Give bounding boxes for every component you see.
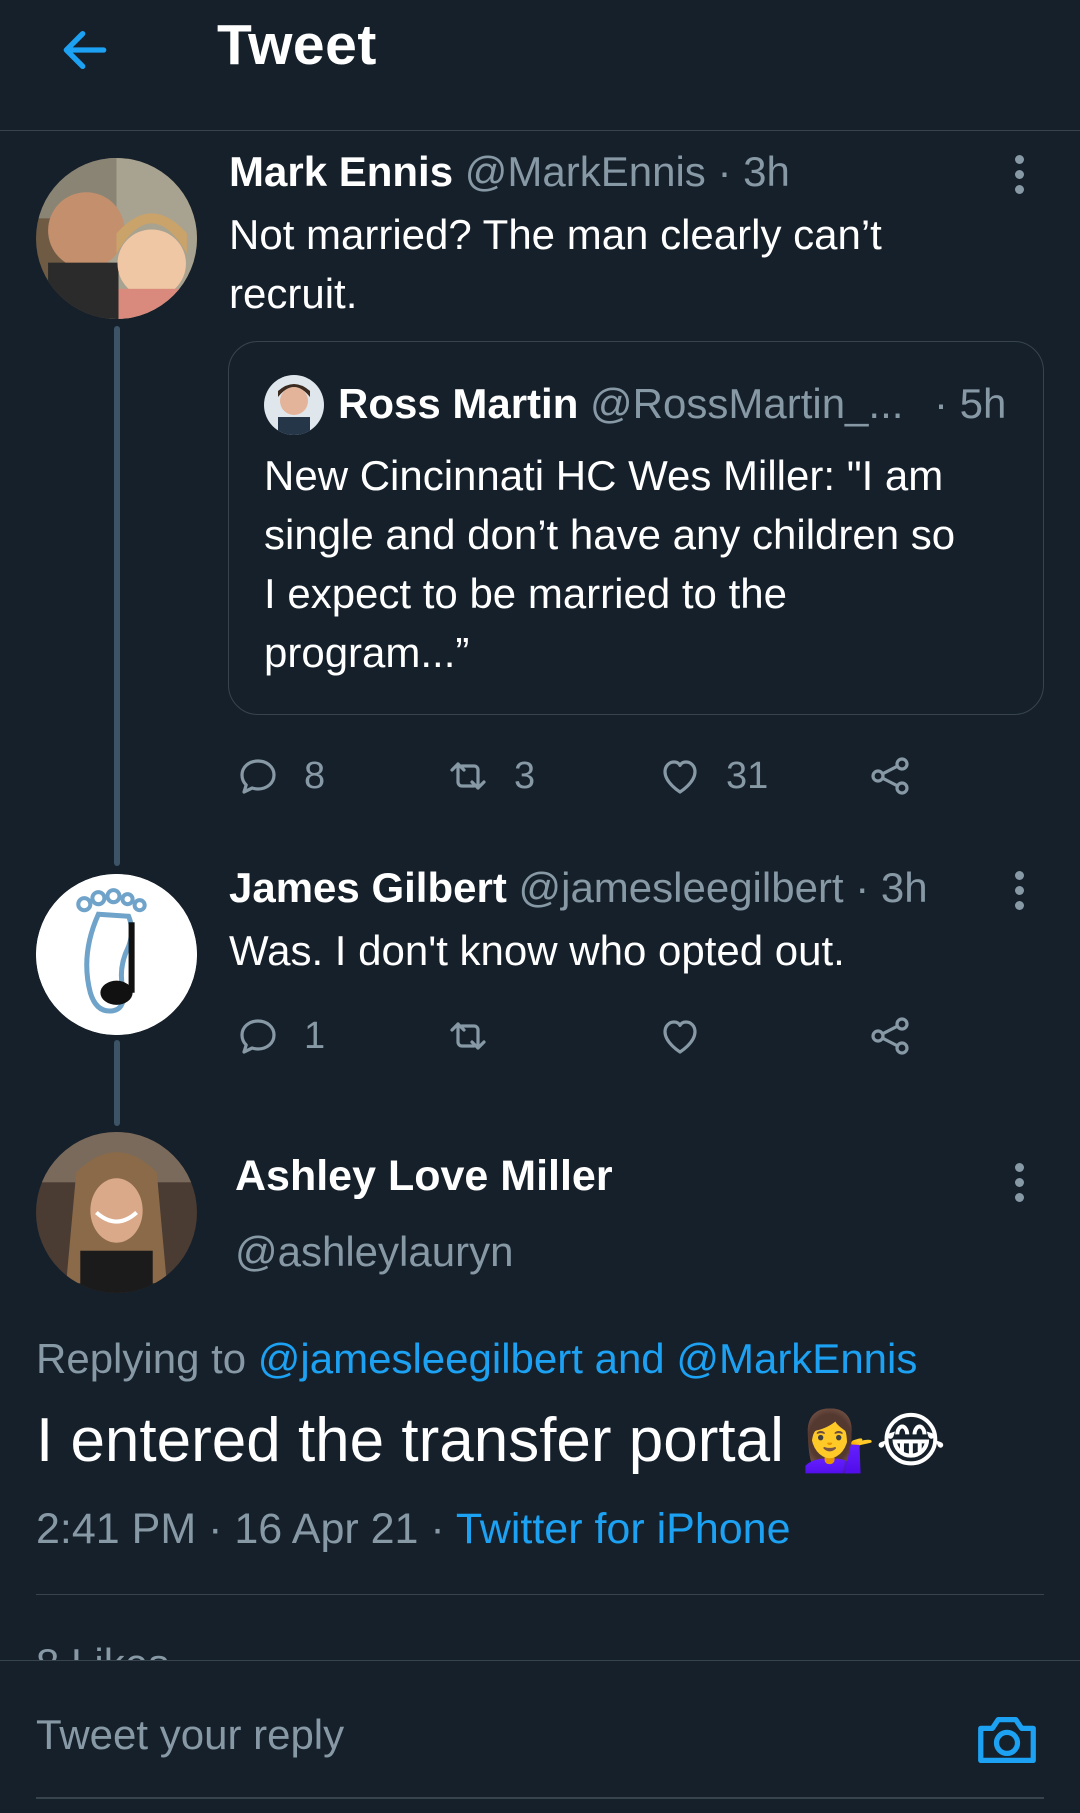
avatar-ross-martin[interactable] <box>264 375 324 435</box>
retweet-count: 3 <box>514 754 536 797</box>
tweet-source-link[interactable]: Twitter for iPhone <box>456 1505 791 1553</box>
heart-icon <box>663 1020 697 1054</box>
more-options-icon[interactable] <box>1015 871 1029 916</box>
tweet-meta: 2:41 PM · 16 Apr 21 · Twitter for iPhone <box>36 1505 791 1554</box>
thread-line <box>114 326 120 866</box>
retweet-icon <box>450 1022 486 1050</box>
author-handle[interactable]: @ashleylauryn <box>235 1228 513 1276</box>
avatar-ashley-love-miller[interactable] <box>36 1132 197 1293</box>
tweet-text: Was. I don't know who opted out. <box>229 927 845 974</box>
reply-count: 1 <box>304 1014 326 1057</box>
like-button[interactable]: 31 <box>656 752 768 800</box>
emoji: 💁‍♀️😂 <box>801 1407 946 1474</box>
mention-markennis[interactable]: @MarkEnnis <box>676 1335 917 1382</box>
quote-author-name: Ross Martin <box>338 380 579 427</box>
composer-bottom-line <box>36 1797 1044 1799</box>
arrow-left-icon[interactable] <box>55 22 115 78</box>
reply-count: 8 <box>304 754 326 797</box>
main-tweet-text: I entered the transfer portal 💁‍♀️😂 <box>36 1406 946 1475</box>
tweet-time: · 3h <box>855 864 928 911</box>
more-options-icon[interactable] <box>1015 155 1029 200</box>
author-name[interactable]: Ashley Love Miller <box>235 1152 613 1201</box>
heart-icon <box>663 760 697 794</box>
camera-icon[interactable] <box>972 1705 1042 1775</box>
author-handle[interactable]: @jamesleegilbert <box>518 864 843 911</box>
replying-to: Replying to @jamesleegilbert and @MarkEn… <box>36 1335 918 1382</box>
share-icon <box>871 757 909 795</box>
reply-button[interactable]: 8 <box>234 752 325 800</box>
retweet-button[interactable] <box>444 1012 514 1060</box>
tweet-time: 2:41 PM <box>36 1505 197 1553</box>
author-name[interactable]: Mark Ennis <box>229 148 453 195</box>
author-name[interactable]: James Gilbert <box>229 864 507 911</box>
reply-button[interactable]: 1 <box>234 1012 325 1060</box>
like-button[interactable] <box>656 1012 726 1060</box>
quote-author-handle: @RossMartin_... <box>590 380 904 427</box>
tweet-time: · 3h <box>717 148 790 195</box>
like-count: 31 <box>726 754 769 797</box>
tweet-date: · 16 Apr 21 · <box>208 1505 445 1553</box>
reply-composer: Tweet your reply <box>0 1660 1080 1813</box>
author-handle[interactable]: @MarkEnnis <box>465 148 706 195</box>
mention-jamesleegilbert[interactable]: @jamesleegilbert <box>258 1335 583 1382</box>
tweet-header: James Gilbert @jamesleegilbert · 3h <box>229 864 928 912</box>
share-button[interactable] <box>866 752 936 800</box>
avatar-james-gilbert[interactable] <box>36 874 197 1035</box>
quote-text: New Cincinnati HC Wes Miller: "I am sing… <box>264 452 956 676</box>
reply-icon <box>240 1019 276 1054</box>
share-icon <box>871 1017 909 1055</box>
more-options-icon[interactable] <box>1015 1163 1029 1208</box>
quote-time: · 5h <box>934 380 1007 427</box>
thread-line <box>114 1040 120 1126</box>
avatar-mark-ennis[interactable] <box>36 158 197 319</box>
page-title: Tweet <box>217 13 377 77</box>
divider <box>36 1594 1044 1595</box>
share-button[interactable] <box>866 1012 936 1060</box>
top-bar: Tweet <box>0 0 1080 131</box>
retweet-icon <box>450 762 486 790</box>
tweet-text: Not married? The man clearly can’t recru… <box>229 211 882 317</box>
tweet-header: Mark Ennis @MarkEnnis · 3h <box>229 148 790 196</box>
reply-icon <box>240 759 276 794</box>
quote-header: Ross Martin @RossMartin_... <box>338 380 903 428</box>
reply-input[interactable]: Tweet your reply <box>36 1711 344 1759</box>
retweet-button[interactable]: 3 <box>444 752 535 800</box>
